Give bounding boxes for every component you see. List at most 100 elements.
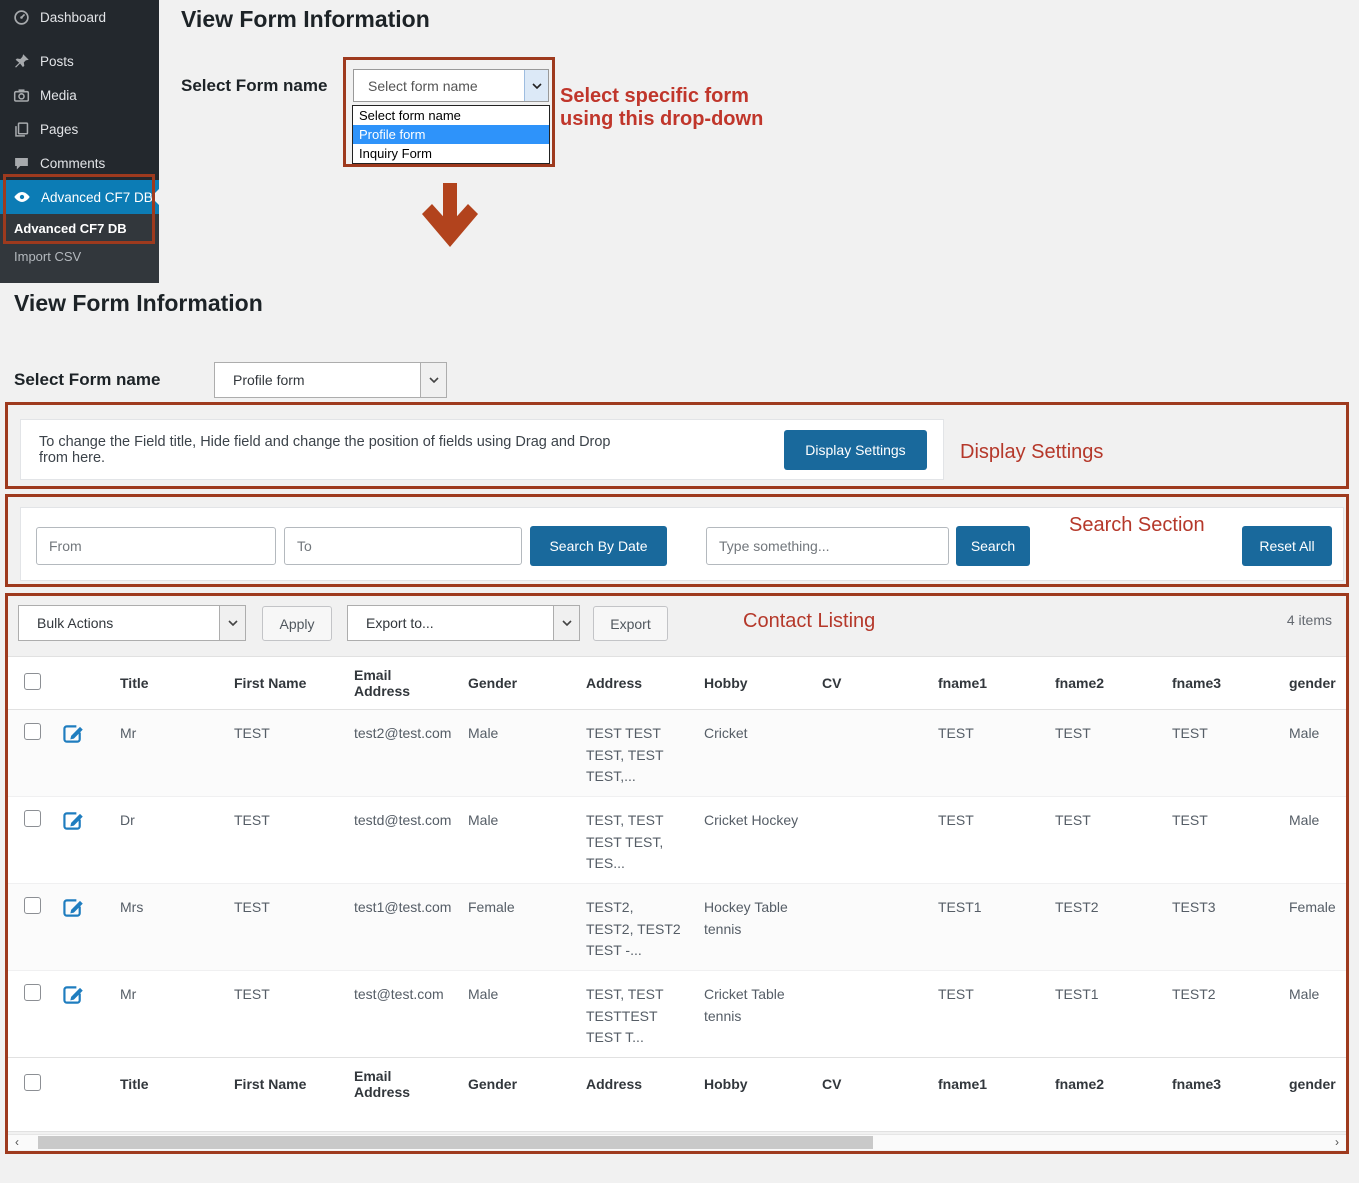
cell-email: test2@test.com [354,725,452,741]
chevron-down-icon[interactable] [219,606,245,640]
keyword-search-input[interactable] [706,527,949,565]
dropdown-annotation-box: Select form name Select form name Profil… [343,57,555,167]
sidebar-item-label: Dashboard [40,9,107,25]
scroll-left-icon[interactable]: ‹ [10,1135,24,1150]
cell-title: Mrs [120,899,144,915]
comment-icon [15,157,28,169]
apply-button[interactable]: Apply [262,606,332,641]
sidebar-item-posts[interactable]: Posts [0,44,159,78]
sidebar-item-dashboard[interactable]: Dashboard [0,0,159,34]
cell-first_name: TEST [234,899,270,915]
scrollbar-thumb[interactable] [38,1136,873,1149]
pin-icon [15,53,29,68]
dashboard-icon [14,9,29,25]
edit-icon[interactable] [62,984,85,1005]
date-from-input[interactable] [36,527,276,565]
search-box: Search By Date Search Search Section Res… [20,507,1344,581]
column-header-first-name: First Name [224,657,344,710]
form-name-select-main-value: Profile form [233,372,305,388]
edit-cell [52,710,110,797]
column-header-gender: gender [1279,1057,1346,1110]
pages-icon [15,121,29,137]
cell-fname1: TEST [938,725,974,741]
edit-icon[interactable] [62,810,85,831]
option-select-form-name[interactable]: Select form name [353,106,549,125]
cell-hobby: Hockey Table tennis [704,899,788,937]
cell-email: test1@test.com [354,899,452,915]
display-settings-note: To change the Field title, Hide field an… [39,433,611,466]
contact-table: Title First Name Email Address Gender Addres… [8,657,1346,1110]
form-name-select-top[interactable]: Select form name [353,69,549,102]
advanced-cf7-db-page: Dashboard Posts Media Pages Comments Adv… [0,0,1359,1183]
horizontal-scrollbar[interactable]: ‹ › [8,1134,1346,1150]
column-header-fname2: fname2 [1045,657,1162,710]
camera-icon [13,88,30,102]
contact-table-wrap: Title First Name Email Address Gender Addres… [8,656,1346,1132]
dropdown-annotation-note: Select specific form using this drop-dow… [560,85,764,130]
items-count: 4 items [1286,612,1332,628]
cell-fname3: TEST [1172,812,1208,828]
row-checkbox[interactable] [24,984,41,1001]
sidebar-item-media[interactable]: Media [0,78,159,112]
cell-gender2: Female [1289,899,1336,915]
chevron-down-icon[interactable] [524,70,548,101]
column-header-first-name: First Name [224,1057,344,1110]
table-footer-row: Title First Name Email Address Gender Addres… [8,1057,1346,1110]
scroll-right-icon[interactable]: › [1330,1135,1344,1150]
form-name-select-main[interactable]: Profile form [214,362,447,398]
row-checkbox[interactable] [24,723,41,740]
cell-email: testd@test.com [354,812,452,828]
select-all-checkbox[interactable] [24,1074,41,1091]
search-button[interactable]: Search [956,526,1030,566]
select-all-checkbox[interactable] [24,673,41,690]
date-to-input[interactable] [284,527,522,565]
sidebar-item-pages[interactable]: Pages [0,112,159,146]
table-row: Mr TEST test2@test.com Male TEST TEST TEST, … [8,709,1346,797]
select-form-label-main: Select Form name [14,370,161,389]
cell-fname1: TEST [938,986,974,1002]
export-to-select[interactable]: Export to... [347,605,580,641]
select-form-label-top: Select Form name [181,76,328,95]
sidebar-item-label: Comments [40,155,106,171]
cell-cv [812,797,928,884]
cell-gender: Male [468,812,499,828]
export-button[interactable]: Export [593,606,668,641]
option-profile-form[interactable]: Profile form [353,125,549,144]
bulk-actions-select[interactable]: Bulk Actions [18,605,246,641]
cell-cv [812,884,928,971]
edit-icon[interactable] [62,897,85,918]
cell-fname1: TEST [938,812,974,828]
cell-gender: Female [468,899,515,915]
column-header-fname1: fname1 [928,1057,1045,1110]
display-settings-button[interactable]: Display Settings [784,430,927,470]
row-checkbox-cell [8,971,52,1058]
cell-address: TEST TEST TEST, TEST TEST,... [586,725,664,785]
chevron-down-icon[interactable] [420,363,446,397]
export-to-value: Export to... [366,615,434,631]
column-header-gender: gender [1279,657,1346,710]
row-checkbox[interactable] [24,897,41,914]
cell-title: Mr [120,986,137,1002]
cell-first_name: TEST [234,725,270,741]
edit-icon[interactable] [62,723,85,744]
chevron-down-icon[interactable] [553,606,579,640]
search-by-date-button[interactable]: Search By Date [530,526,667,566]
column-header-email-address: Email Address [344,657,458,710]
search-section: Search By Date Search Search Section Res… [5,494,1349,587]
reset-all-button[interactable]: Reset All [1242,526,1332,566]
column-header-title: Title [110,1057,224,1110]
option-inquiry-form[interactable]: Inquiry Form [353,144,549,163]
edit-column-header [52,657,110,710]
cell-fname1: TEST1 [938,899,982,915]
contact-listing-annotation: Contact Listing [743,610,876,632]
form-name-option-list: Select form name Profile form Inquiry Fo… [352,105,550,164]
contact-listing-section: Bulk Actions Apply Export to... Export C… [5,593,1349,1154]
page-title-main: View Form Information [14,290,263,316]
cell-first_name: TEST [234,812,270,828]
row-checkbox[interactable] [24,810,41,827]
display-settings-section: To change the Field title, Hide field an… [5,402,1349,489]
row-checkbox-cell [8,884,52,971]
cell-email: test@test.com [354,986,444,1002]
submenu-item-import-csv[interactable]: Import CSV [0,242,159,270]
sidebar-item-label: Pages [40,121,79,137]
